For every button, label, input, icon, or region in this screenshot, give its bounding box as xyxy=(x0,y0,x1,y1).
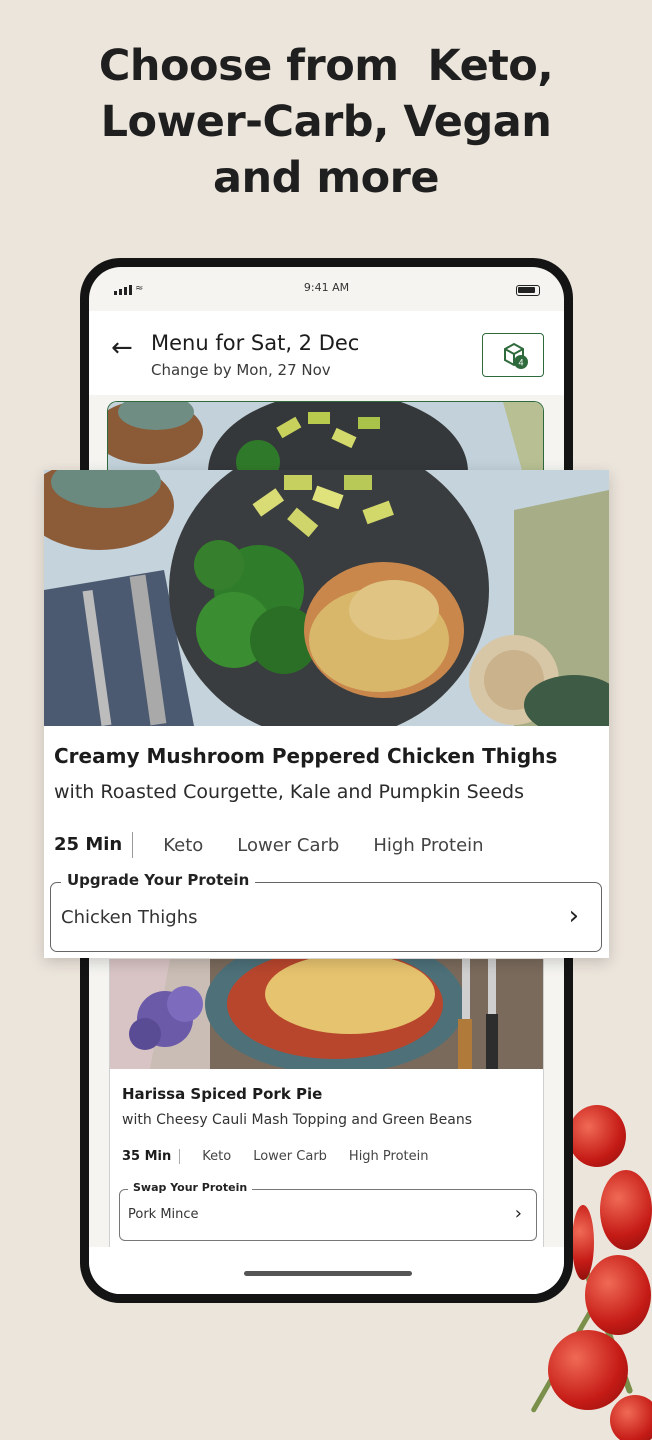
meal-tags: 25 Min Keto Lower Carb High Protein xyxy=(54,832,518,858)
swap-protein-select[interactable]: Swap Your Protein Pork Mince › xyxy=(119,1181,537,1241)
cook-time: 35 Min xyxy=(122,1149,181,1164)
meal-image-pork-pie xyxy=(110,959,543,1069)
app-header: ← Menu for Sat, 2 Dec Change by Mon, 27 … xyxy=(89,311,564,395)
tag-lower-carb: Lower Carb xyxy=(253,1149,327,1164)
headline: Choose from Keto, Lower-Carb, Vegan and … xyxy=(0,38,652,206)
featured-meal-card[interactable]: Creamy Mushroom Peppered Chicken Thighs … xyxy=(44,470,609,958)
headline-line-2: Lower-Carb, Vegan xyxy=(100,97,552,147)
page-subtitle: Change by Mon, 27 Nov xyxy=(151,361,331,379)
chevron-right-icon: › xyxy=(568,901,579,931)
tag-lower-carb: Lower Carb xyxy=(237,834,340,856)
back-arrow-icon[interactable]: ← xyxy=(111,333,133,363)
meal-subtitle-pork-pie: with Cheesy Cauli Mash Topping and Green… xyxy=(122,1112,472,1128)
tag-keto: Keto xyxy=(202,1149,232,1164)
chevron-right-icon: › xyxy=(514,1203,522,1224)
box-count-badge: 4 xyxy=(518,358,523,368)
delivery-box-button[interactable]: 4 xyxy=(482,333,544,377)
upgrade-protein-value: Chicken Thighs xyxy=(61,907,198,928)
meal-title-pork-pie: Harissa Spiced Pork Pie xyxy=(122,1085,323,1103)
status-bar: ≈ 9:41 AM xyxy=(89,277,564,301)
meal-tags-pork-pie: 35 Min Keto Lower Carb High Protein xyxy=(122,1149,451,1164)
tag-keto: Keto xyxy=(163,834,204,856)
home-indicator[interactable] xyxy=(244,1271,412,1276)
meal-title: Creamy Mushroom Peppered Chicken Thighs xyxy=(54,744,558,768)
tag-high-protein: High Protein xyxy=(373,834,484,856)
swap-protein-label: Swap Your Protein xyxy=(128,1181,253,1194)
swap-protein-value: Pork Mince xyxy=(128,1207,199,1222)
battery-icon xyxy=(516,285,540,296)
page-title: Menu for Sat, 2 Dec xyxy=(151,331,360,355)
upgrade-protein-select[interactable]: Upgrade Your Protein Chicken Thighs › xyxy=(50,871,602,952)
upgrade-protein-label: Upgrade Your Protein xyxy=(61,871,256,889)
meal-subtitle: with Roasted Courgette, Kale and Pumpkin… xyxy=(54,781,524,803)
meal-image-chicken-thighs xyxy=(44,470,609,726)
meal-card-pork-pie[interactable]: Harissa Spiced Pork Pie with Cheesy Caul… xyxy=(109,959,544,1294)
cook-time: 25 Min xyxy=(54,832,134,858)
status-time: 9:41 AM xyxy=(303,281,350,294)
tag-high-protein: High Protein xyxy=(348,1149,429,1164)
headline-line-3: and more xyxy=(212,153,440,203)
headline-line-1: Choose from Keto, xyxy=(98,41,554,91)
box-icon: 4 xyxy=(504,342,528,369)
